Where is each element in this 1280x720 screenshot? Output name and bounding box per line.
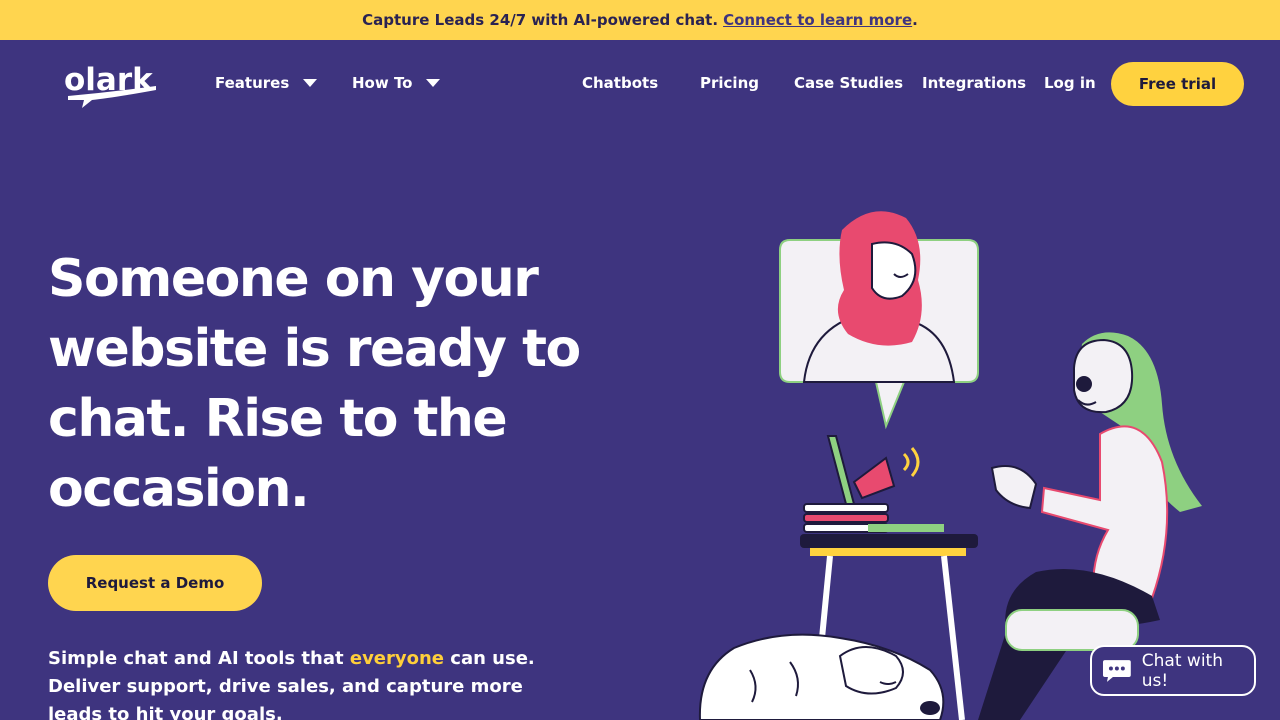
free-trial-button[interactable]: Free trial: [1111, 62, 1244, 106]
banner-text: Capture Leads 24/7 with AI-powered chat.: [362, 11, 719, 29]
nav-integrations[interactable]: Integrations: [922, 74, 1026, 92]
nav-case-studies[interactable]: Case Studies: [794, 74, 903, 92]
chat-widget-button[interactable]: Chat with us!: [1090, 645, 1256, 696]
nav-features-label: Features: [215, 74, 290, 92]
olark-logo[interactable]: olark: [60, 56, 164, 112]
chevron-down-icon: [303, 79, 318, 87]
banner-suffix: .: [912, 11, 918, 29]
nav-chatbots[interactable]: Chatbots: [582, 74, 658, 92]
chat-bubble-icon: [779, 211, 979, 430]
laptop-icon: [826, 435, 920, 505]
banner-link[interactable]: Connect to learn more: [723, 11, 912, 29]
hero-illustration: [698, 211, 1202, 720]
hero-title: Someone on your website is ready to chat…: [48, 249, 581, 519]
chat-widget-label: Chat with us!: [1141, 650, 1223, 691]
announcement-banner: Capture Leads 24/7 with AI-powered chat.…: [0, 0, 1280, 40]
nav-how-to-label: How To: [352, 74, 413, 92]
main-nav: olark Features How To Chatbots Pricing C…: [0, 40, 1280, 130]
dog-icon: [698, 633, 945, 720]
hero-sub-highlight: everyone: [349, 648, 445, 669]
nav-features[interactable]: Features: [215, 74, 318, 92]
hero-sub-before: Simple chat and AI tools that: [48, 648, 350, 669]
request-demo-button[interactable]: Request a Demo: [48, 555, 262, 611]
nav-how-to[interactable]: How To: [352, 74, 441, 92]
chat-bubble-icon: [1102, 659, 1131, 682]
hero-subtitle: Simple chat and AI tools that everyone c…: [48, 645, 578, 720]
nav-pricing[interactable]: Pricing: [700, 74, 759, 92]
chevron-down-icon: [426, 79, 441, 87]
nav-login[interactable]: Log in: [1044, 74, 1096, 92]
